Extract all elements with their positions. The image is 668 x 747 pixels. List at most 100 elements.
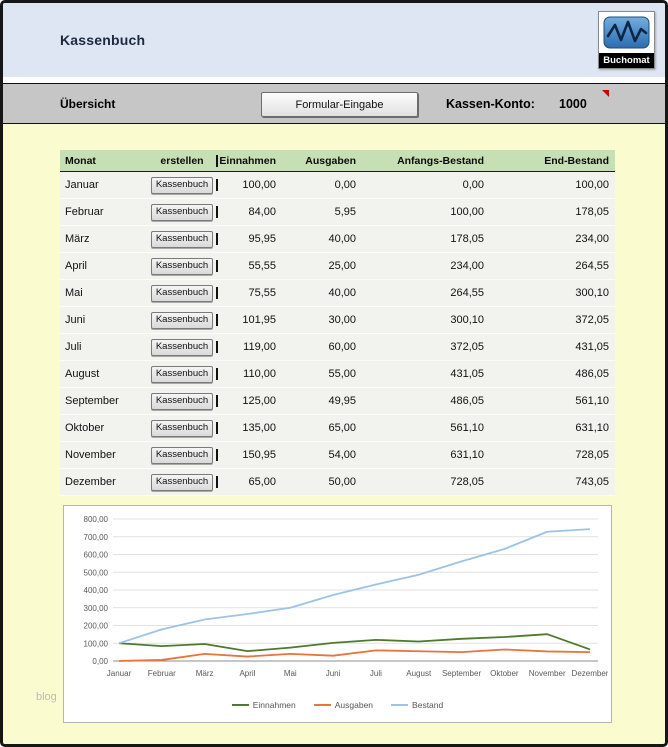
end-bestand-cell: 372,05 [490,314,615,326]
kassen-konto-value: 1000 [559,97,587,111]
svg-text:September: September [442,669,481,678]
month-cell: März [60,233,148,245]
ausgaben-cell: 40,00 [282,287,362,299]
svg-text:Dezember: Dezember [572,669,608,678]
table-row: Januar Kassenbuch 100,00 0,00 0,00 100,0… [60,172,615,199]
ausgaben-cell: 49,95 [282,395,362,407]
month-cell: Oktober [60,422,148,434]
table-body: Januar Kassenbuch 100,00 0,00 0,00 100,0… [60,172,615,496]
anfangs-bestand-cell: 264,55 [362,287,490,299]
einnahmen-cell: 150,95 [216,449,282,461]
comment-marker-icon [602,90,609,97]
logo-brand-text: Buchomat [599,53,654,68]
einnahmen-cell: 100,00 [216,179,282,191]
svg-text:November: November [529,669,566,678]
end-bestand-cell: 631,10 [490,422,615,434]
erstellen-cell: Kassenbuch [148,339,216,356]
anfangs-bestand-cell: 372,05 [362,341,490,353]
buchomat-logo: Buchomat [598,11,655,69]
kassenbuch-button[interactable]: Kassenbuch [151,258,213,275]
kassenbuch-button[interactable]: Kassenbuch [151,420,213,437]
anfangs-bestand-cell: 486,05 [362,395,490,407]
svg-text:100,00: 100,00 [84,639,109,648]
end-bestand-cell: 728,05 [490,449,615,461]
svg-text:600,00: 600,00 [84,551,109,560]
svg-text:700,00: 700,00 [84,533,109,542]
kassenbuch-button[interactable]: Kassenbuch [151,366,213,383]
kassenbuch-button[interactable]: Kassenbuch [151,177,213,194]
table-row: April Kassenbuch 55,55 25,00 234,00 264,… [60,253,615,280]
svg-text:Februar: Februar [148,669,176,678]
erstellen-cell: Kassenbuch [148,447,216,464]
month-cell: April [60,260,148,272]
einnahmen-cell: 135,00 [216,422,282,434]
kassenbuch-app: Kassenbuch Buchomat Übersicht For [0,0,668,747]
table-row: März Kassenbuch 95,95 40,00 178,05 234,0… [60,226,615,253]
svg-text:Juli: Juli [370,669,382,678]
kassenbuch-button[interactable]: Kassenbuch [151,312,213,329]
ausgaben-cell: 30,00 [282,314,362,326]
ausgaben-cell: 0,00 [282,179,362,191]
formular-eingabe-button[interactable]: Formular-Eingabe [261,92,418,117]
einnahmen-line [119,634,590,651]
main-area: Monat erstellen Einnahmen Ausgaben Anfan… [3,124,665,744]
month-cell: Juli [60,341,148,353]
anfangs-bestand-cell: 561,10 [362,422,490,434]
anfangs-bestand-cell: 234,00 [362,260,490,272]
header-erstellen: erstellen [148,155,216,167]
month-cell: September [60,395,148,407]
legend-label: Ausgaben [335,700,373,710]
app-header: Kassenbuch Buchomat [3,3,665,77]
einnahmen-cell: 119,00 [216,341,282,353]
svg-text:Januar: Januar [107,669,132,678]
month-cell: Dezember [60,476,148,488]
kassenbuch-button[interactable]: Kassenbuch [151,339,213,356]
legend-swatch [391,704,408,706]
table-row: Juni Kassenbuch 101,95 30,00 300,10 372,… [60,307,615,334]
header-monat: Monat [60,155,148,167]
svg-text:Oktober: Oktober [490,669,519,678]
toolbar: Übersicht Formular-Eingabe Kassen-Konto:… [3,83,665,124]
einnahmen-cell: 75,55 [216,287,282,299]
header-end-bestand: End-Bestand [490,155,615,167]
erstellen-cell: Kassenbuch [148,231,216,248]
svg-text:0,00: 0,00 [92,657,108,666]
legend-item: Bestand [391,700,443,710]
einnahmen-cell: 101,95 [216,314,282,326]
svg-text:200,00: 200,00 [84,622,109,631]
svg-text:400,00: 400,00 [84,586,109,595]
erstellen-cell: Kassenbuch [148,420,216,437]
end-bestand-cell: 743,05 [490,476,615,488]
legend-swatch [232,704,249,706]
anfangs-bestand-cell: 431,05 [362,368,490,380]
kassenbuch-button[interactable]: Kassenbuch [151,204,213,221]
table-row: Mai Kassenbuch 75,55 40,00 264,55 300,10 [60,280,615,307]
anfangs-bestand-cell: 100,00 [362,206,490,218]
ausgaben-cell: 25,00 [282,260,362,272]
kassenbuch-button[interactable]: Kassenbuch [151,447,213,464]
chart-panel: 0,00100,00200,00300,00400,00500,00600,00… [63,505,612,723]
kassen-konto-label: Kassen-Konto: [446,97,535,111]
anfangs-bestand-cell: 300,10 [362,314,490,326]
table-row: Juli Kassenbuch 119,00 60,00 372,05 431,… [60,334,615,361]
erstellen-cell: Kassenbuch [148,177,216,194]
kassenbuch-button[interactable]: Kassenbuch [151,285,213,302]
month-cell: November [60,449,148,461]
ausgaben-line [119,649,590,661]
watermark-text: blog [36,691,57,703]
end-bestand-cell: 234,00 [490,233,615,245]
kassenbuch-button[interactable]: Kassenbuch [151,393,213,410]
logo-icon-frame [599,12,654,53]
header-einnahmen: Einnahmen [216,155,282,167]
table-row: August Kassenbuch 110,00 55,00 431,05 48… [60,361,615,388]
header-anfangs-bestand: Anfangs-Bestand [362,155,490,167]
anfangs-bestand-cell: 631,10 [362,449,490,461]
erstellen-cell: Kassenbuch [148,366,216,383]
ausgaben-cell: 5,95 [282,206,362,218]
end-bestand-cell: 561,10 [490,395,615,407]
kassenbuch-button[interactable]: Kassenbuch [151,474,213,491]
month-cell: Februar [60,206,148,218]
section-label: Übersicht [60,97,115,111]
kassenbuch-button[interactable]: Kassenbuch [151,231,213,248]
legend-item: Einnahmen [232,700,296,710]
